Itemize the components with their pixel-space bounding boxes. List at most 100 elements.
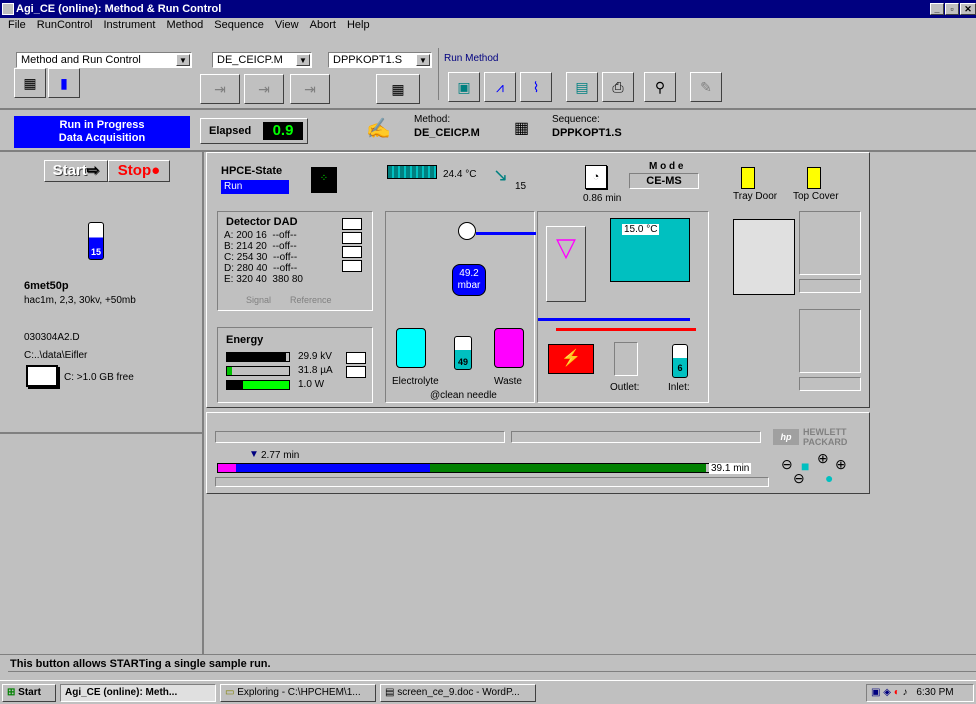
chart-recorder-icon[interactable] xyxy=(342,260,362,272)
chart-recorder-icon[interactable] xyxy=(346,352,366,364)
waste-label: Waste xyxy=(494,376,522,387)
app-icon[interactable] xyxy=(2,3,14,15)
detector-channels: A: 200 16 --off-- B: 214 20 --off-- C: 2… xyxy=(224,230,334,285)
inlet-label: Inlet: xyxy=(668,382,690,393)
sequence-select[interactable]: DPPKOPT1.S ▼ xyxy=(328,52,432,68)
elapsed-label: Elapsed xyxy=(209,125,252,137)
tray-hp-icon[interactable]: ◈ xyxy=(883,687,891,698)
reference-value: --off-- xyxy=(272,252,298,263)
chart-recorder-icon[interactable] xyxy=(346,366,366,378)
menu-runcontrol[interactable]: RunControl xyxy=(37,19,93,31)
start-button[interactable]: Start⇨ xyxy=(44,160,108,182)
mass-spec-icon xyxy=(733,219,795,295)
navigation-icons[interactable]: ⊖ ■ ⊕ ⊕ ⊖ ● xyxy=(781,451,861,487)
energy-title: Energy xyxy=(226,334,264,346)
logbook-button[interactable]: ▤ xyxy=(566,72,598,102)
chevron-down-icon[interactable]: ▼ xyxy=(176,54,190,66)
sequence-select-value: DPPKOPT1.S xyxy=(333,54,403,66)
taskbar: ⊞ Start Agi_CE (online): Meth... ▭ Explo… xyxy=(0,680,976,704)
pressure-line xyxy=(476,232,536,235)
sequence-icon: ▦ xyxy=(514,120,530,137)
start-label: Start xyxy=(52,162,87,179)
taskbar-item-wordpad[interactable]: ▤ screen_ce_9.doc - WordP... xyxy=(380,684,536,702)
voltage-bar xyxy=(226,352,290,362)
tray-speaker-icon[interactable]: ♪ xyxy=(903,687,908,698)
marker-time: 2.77 min xyxy=(261,450,300,461)
minimize-button[interactable]: _ xyxy=(930,3,944,15)
method-icon: ✍ xyxy=(366,118,391,140)
signal-label: Signal xyxy=(246,295,272,305)
reference-value: 380 80 xyxy=(272,274,303,285)
diagnosis-button[interactable]: ⚲ xyxy=(644,72,676,102)
method-edit-button[interactable]: ⇥ xyxy=(200,74,240,104)
window-title: Agi_CE (online): Method & Run Control xyxy=(16,3,222,15)
menu-bar: File RunControl Instrument Method Sequen… xyxy=(0,18,976,33)
restore-button[interactable]: ▫ xyxy=(945,3,959,15)
chevron-down-icon[interactable]: ▼ xyxy=(296,54,310,66)
start-menu-button[interactable]: ⊞ Start xyxy=(2,684,56,702)
view-select[interactable]: Method and Run Control ▼ xyxy=(16,52,192,68)
instrument-button[interactable]: ▣ xyxy=(448,72,480,102)
menu-view[interactable]: View xyxy=(275,19,299,31)
close-button[interactable]: ✕ xyxy=(960,3,976,15)
maintenance-button[interactable]: ✎ xyxy=(690,72,722,102)
sequence-view-button[interactable]: ▦ xyxy=(14,68,46,98)
tray-shield-icon[interactable]: ◐ xyxy=(894,687,900,698)
arrow-right-icon: ⇨ xyxy=(86,162,100,179)
method-select[interactable]: DE_CEICP.M ▼ xyxy=(212,52,312,68)
method-label: Method: xyxy=(414,114,451,125)
sequence-edit-button[interactable]: ⇥ xyxy=(290,74,330,104)
blue-line xyxy=(538,318,690,321)
sample-description: hac1m, 2,3, 30kv, +50mb xyxy=(24,295,136,306)
mode-label: M o d e xyxy=(649,161,684,172)
zoom-out-icon[interactable]: ⊖ xyxy=(793,471,805,485)
stop-button[interactable]: Stop● xyxy=(108,160,170,182)
menu-help[interactable]: Help xyxy=(347,19,370,31)
zoom-in-icon[interactable]: ⊕ xyxy=(817,451,829,465)
taskbar-item-agi-ce[interactable]: Agi_CE (online): Meth... xyxy=(60,684,216,702)
chart-recorder-icon[interactable] xyxy=(342,218,362,230)
progress-field-bottom xyxy=(215,477,769,487)
menu-method[interactable]: Method xyxy=(167,19,204,31)
cylinder-icon[interactable]: ● xyxy=(825,471,833,485)
signal-button[interactable]: ⩘ xyxy=(484,72,516,102)
vial-button[interactable]: ▮ xyxy=(48,68,80,98)
state-pattern-icon: ⁘ xyxy=(311,167,337,193)
temperature-value: 24.4 °C xyxy=(443,169,477,180)
detector-row: C: 254 30 --off-- xyxy=(224,252,334,263)
progress-panel: hp HEWLETT PACKARD ▼ 2.77 min 39.1 min ⊖… xyxy=(206,412,870,494)
taskbar-item-exploring[interactable]: ▭ Exploring - C:\HPCHEM\1... xyxy=(220,684,376,702)
syringe-icon: ↘ xyxy=(493,165,509,185)
report-button[interactable]: ⎙ xyxy=(602,72,634,102)
tray-network-icon[interactable]: ▣ xyxy=(871,687,880,698)
sequence-run-button[interactable]: ▦ xyxy=(376,74,420,104)
chart-recorder-icon[interactable] xyxy=(342,246,362,258)
chart-recorder-icon[interactable] xyxy=(342,232,362,244)
current-bar xyxy=(226,366,290,376)
hp-logo-line2: PACKARD xyxy=(803,437,848,447)
cassette-temp: 15.0 °C xyxy=(622,224,660,235)
menu-instrument[interactable]: Instrument xyxy=(104,19,156,31)
menu-file[interactable]: File xyxy=(8,19,26,31)
sequence-value: DPPKOPT1.S xyxy=(552,127,622,139)
hp-logo: hp HEWLETT PACKARD xyxy=(773,427,863,449)
chromatogram-button[interactable]: ⌇ xyxy=(520,72,552,102)
zoom-in-icon[interactable]: ⊕ xyxy=(835,457,847,471)
capillary-heater-icon xyxy=(387,165,437,179)
chevron-down-icon[interactable]: ▼ xyxy=(416,54,430,66)
windows-logo-icon: ⊞ xyxy=(7,687,16,698)
time-marker-icon: ▼ xyxy=(249,449,259,460)
menu-abort[interactable]: Abort xyxy=(310,19,336,31)
detector-title: Detector DAD xyxy=(226,216,298,228)
clock: 6:30 PM xyxy=(916,687,954,698)
zoom-out-icon[interactable]: ⊖ xyxy=(781,457,793,471)
current-value: 31.8 µA xyxy=(298,365,333,376)
ms-display-top xyxy=(799,211,861,275)
channel-id: B: xyxy=(224,241,234,252)
menu-sequence[interactable]: Sequence xyxy=(214,19,264,31)
method-save-button[interactable]: ⇥ xyxy=(244,74,284,104)
method-value: DE_CEICP.M xyxy=(414,127,480,139)
sample-name: 6met50p xyxy=(24,280,69,292)
spectrometer-button[interactable]: ▽ xyxy=(546,226,586,302)
pressure-vessel: 49.2 mbar xyxy=(452,264,486,296)
